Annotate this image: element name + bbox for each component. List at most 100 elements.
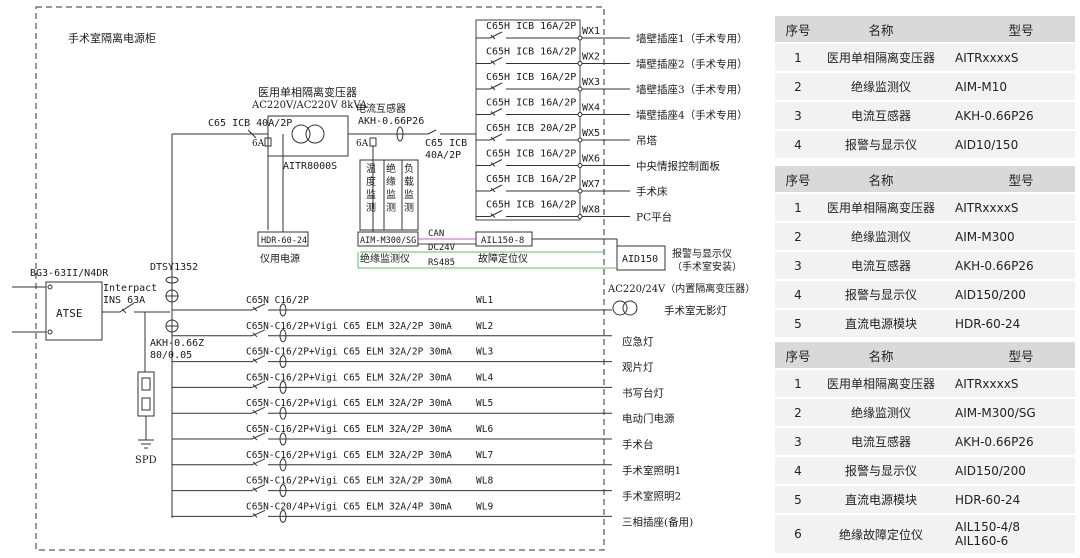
tn-breaker-label: C65N-C16/2P+Vigi C65 ELM 32A/2P 30mA bbox=[246, 476, 452, 487]
table-row: 4 报警与显示仪 AID150/200 bbox=[775, 456, 1075, 486]
cell-model: AITRxxxxS bbox=[941, 369, 1075, 399]
tn-circuit-load: 电动门电源 bbox=[622, 412, 675, 425]
meter-ct-ratio: 80/0.05 bbox=[150, 350, 192, 361]
header-name: 名称 bbox=[821, 16, 941, 44]
cell-name: 电流互感器 bbox=[821, 251, 941, 281]
cell-name: 医用单相隔离变压器 bbox=[821, 193, 941, 223]
it-circuit-id: WX3 bbox=[582, 77, 600, 88]
cell-model: AID150/200 bbox=[941, 280, 1075, 310]
it-circuit-load: 中央情报控制面板 bbox=[636, 160, 720, 173]
meter-ct-model: AKH-0.66Z bbox=[150, 338, 204, 349]
main-switch-rating: INS 63A bbox=[103, 295, 145, 306]
ct-title: 电流互感器 bbox=[356, 102, 406, 115]
header-name: 名称 bbox=[821, 166, 941, 194]
it-circuit-load: 手术床 bbox=[636, 185, 668, 198]
tn-circuit-id: WL6 bbox=[476, 424, 493, 435]
it-circuit-load: 墙壁插座3（手术专用） bbox=[636, 83, 748, 96]
it-circuit-id: WX8 bbox=[582, 205, 600, 216]
cell-name: 报警与显示仪 bbox=[821, 280, 941, 310]
it-breaker-label: C65H ICB 16A/2P bbox=[486, 149, 576, 160]
cell-model: HDR-60-24 bbox=[941, 309, 1075, 339]
it-breaker-label: C65H ICB 16A/2P bbox=[486, 72, 576, 83]
tn-breaker-label: C65N-C16/2P+Vigi C65 ELM 32A/2P 30mA bbox=[246, 450, 452, 461]
cell-name: 直流电源模块 bbox=[821, 485, 941, 515]
tn-circuit-id: WL1 bbox=[476, 295, 493, 306]
tn-circuit-load: 手术室照明1 bbox=[622, 464, 681, 477]
table-row: 5 直流电源模块 HDR-60-24 bbox=[775, 485, 1075, 515]
tn-circuit-load: 观片灯 bbox=[622, 361, 654, 374]
ct-model: AKH-0.66P26 bbox=[358, 116, 424, 127]
it-breaker-label: C65H ICB 16A/2P bbox=[486, 21, 576, 32]
tn-circuit-id: WL4 bbox=[476, 372, 493, 383]
component-table-1: 序号 名称 型号 1 医用单相隔离变压器 AITRxxxxS 2 绝缘监测仪 AIM-M1… bbox=[775, 16, 1075, 160]
header-no: 序号 bbox=[775, 16, 821, 44]
it-circuit-load: 吊塔 bbox=[636, 134, 657, 147]
comm-dc24v: DC24V bbox=[428, 243, 456, 253]
table-row: 3 电流互感器 AKH-0.66P26 bbox=[775, 427, 1075, 457]
table-row: 3 电流互感器 AKH-0.66P26 bbox=[775, 101, 1075, 131]
it-circuit-load: 墙壁插座4（手术专用） bbox=[636, 109, 748, 122]
cell-name: 电流互感器 bbox=[821, 101, 941, 131]
output-breaker-line1: C65 ICB bbox=[425, 138, 467, 149]
table-row: 2 绝缘监测仪 AIM-M10 bbox=[775, 72, 1075, 102]
tn-circuit-load: 手术室照明2 bbox=[622, 490, 681, 503]
it-circuit-id: WX7 bbox=[582, 179, 600, 190]
cell-model: AIL150-4/8 AIL160-6 bbox=[941, 514, 1075, 555]
tn-breaker-label: C65N-C16/2P+Vigi C65 ELM 32A/2P 30mA bbox=[246, 372, 452, 383]
locator-label: 故障定位仪 bbox=[478, 252, 528, 265]
power-module-model: HDR-60-24 bbox=[261, 236, 307, 246]
cell-name: 绝缘监测仪 bbox=[821, 222, 941, 252]
cell-no: 2 bbox=[775, 72, 821, 102]
panel-title: 手术室隔离电源柜 bbox=[68, 31, 156, 45]
cell-model: AID10/150 bbox=[941, 130, 1075, 160]
it-breaker-label: C65H ICB 16A/2P bbox=[486, 98, 576, 109]
table-header-row: 序号 名称 型号 bbox=[775, 342, 1075, 370]
cell-no: 2 bbox=[775, 222, 821, 252]
monitor-function-2: 绝缘监测 bbox=[386, 162, 396, 214]
cell-model: AKH-0.66P26 bbox=[941, 427, 1075, 457]
cell-model-line: AIL160-6 bbox=[955, 534, 1009, 548]
cell-model: AIM-M10 bbox=[941, 72, 1075, 102]
cell-model: AID150/200 bbox=[941, 456, 1075, 486]
tn-breaker-label: C65N C16/2P bbox=[246, 295, 309, 306]
tn-circuit-id: WL8 bbox=[476, 476, 493, 487]
table-row: 2 绝缘监测仪 AIM-M300/SG bbox=[775, 398, 1075, 428]
ats-model: BG3-63II/N4DR bbox=[30, 268, 109, 279]
cell-name: 绝缘监测仪 bbox=[821, 398, 941, 428]
cell-no: 1 bbox=[775, 193, 821, 223]
it-breaker-label: C65H ICB 16A/2P bbox=[486, 174, 576, 185]
spd-label: SPD bbox=[135, 455, 157, 466]
cell-name: 绝缘故障定位仪 bbox=[821, 514, 941, 555]
cell-model: AIM-M300/SG bbox=[941, 398, 1075, 428]
table-row: 2 绝缘监测仪 AIM-M300 bbox=[775, 222, 1075, 252]
cell-model: AKH-0.66P26 bbox=[941, 101, 1075, 131]
table-header-row: 序号 名称 型号 bbox=[775, 16, 1075, 44]
table-row: 1 医用单相隔离变压器 AITRxxxxS bbox=[775, 43, 1075, 73]
tn-circuit-load: 三相插座(备用) bbox=[622, 515, 693, 528]
table-row: 1 医用单相隔离变压器 AITRxxxxS bbox=[775, 369, 1075, 399]
it-breaker-label: C65H ICB 20A/2P bbox=[486, 123, 576, 134]
it-breaker-label: C65H ICB 16A/2P bbox=[486, 47, 576, 58]
table-row: 4 报警与显示仪 AID10/150 bbox=[775, 130, 1075, 160]
tn-circuit-id: WL7 bbox=[476, 450, 493, 461]
component-table-3: 序号 名称 型号 1 医用单相隔离变压器 AITRxxxxS 2 绝缘监测仪 AIM-M3… bbox=[775, 342, 1075, 555]
it-circuit-load: 墙壁插座1（手术专用） bbox=[636, 32, 748, 45]
spd-block bbox=[137, 371, 155, 417]
fuse-right-label: 6A bbox=[356, 139, 369, 149]
tn-breaker-label: C65N-C16/2P+Vigi C65 ELM 32A/2P 30mA bbox=[246, 424, 452, 435]
monitor-function-3: 负载监测 bbox=[404, 162, 414, 214]
cell-no: 5 bbox=[775, 485, 821, 515]
fuse-left-label: 6A bbox=[252, 139, 265, 149]
cell-name: 绝缘监测仪 bbox=[821, 72, 941, 102]
it-circuit-id: WX1 bbox=[582, 26, 600, 37]
monitor-model: AIM-M300/SG bbox=[360, 236, 416, 246]
wiring-diagram: 手术室隔离电源柜 BG3-63II/N4DR ATSE DTSY1352 SPD… bbox=[12, 6, 755, 551]
table-row: 1 医用单相隔离变压器 AITRxxxxS bbox=[775, 193, 1075, 223]
tn-circuit-load: 书写台灯 bbox=[622, 386, 664, 399]
spd-model: DTSY1352 bbox=[150, 262, 198, 273]
tn-circuit-id: WL9 bbox=[476, 501, 493, 512]
it-breaker-label: C65H ICB 16A/2P bbox=[486, 200, 576, 211]
main-switch-name: Interpact bbox=[103, 283, 157, 294]
cell-no: 3 bbox=[775, 427, 821, 457]
ats-label: ATSE bbox=[56, 307, 83, 320]
